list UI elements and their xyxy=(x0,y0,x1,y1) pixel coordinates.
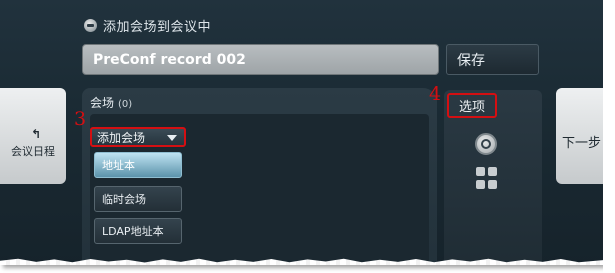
grid-cell xyxy=(476,167,485,176)
next-button-label: 下一步 xyxy=(562,136,602,151)
dialog-header: 添加会场到会议中 xyxy=(84,16,212,35)
back-to-schedule-button[interactable]: ↰ 会议日程 xyxy=(0,88,66,184)
grid-icon[interactable] xyxy=(476,167,498,189)
dialog-title: 添加会场到会议中 xyxy=(103,19,212,35)
venues-title: 会场 xyxy=(90,96,115,110)
menu-item-address-book[interactable]: 地址本 xyxy=(94,152,182,178)
step-3-annotation: 3 xyxy=(74,108,87,130)
menu-item-ldap-address-book[interactable]: LDAP地址本 xyxy=(94,218,182,244)
page-margin xyxy=(603,0,615,273)
venues-heading: 会场 (0) xyxy=(90,94,132,111)
dial-icon[interactable] xyxy=(475,133,497,155)
grid-cell xyxy=(488,179,497,189)
step-4-annotation: 4 xyxy=(429,83,442,105)
add-venue-dropdown[interactable]: 添加会场 xyxy=(90,127,186,147)
next-step-button[interactable]: 下一步 xyxy=(556,88,603,184)
save-button[interactable]: 保存 xyxy=(446,44,539,75)
tab-options[interactable]: 选项 xyxy=(447,93,497,118)
venues-count: (0) xyxy=(118,99,133,110)
conference-name-input[interactable]: PreConf record 002 xyxy=(82,44,439,75)
add-venue-label: 添加会场 xyxy=(97,130,146,145)
grid-cell xyxy=(476,179,485,189)
app-logo-icon xyxy=(84,18,97,32)
grid-cell xyxy=(488,167,497,176)
add-venue-menu: 地址本 临时会场 LDAP地址本 xyxy=(92,150,186,245)
undo-arrow-icon: ↰ xyxy=(31,127,42,141)
chevron-down-icon xyxy=(167,135,177,141)
dialog-window: 添加会场到会议中 PreConf record 002 保存 ↰ 会议日程 下一… xyxy=(0,0,603,265)
menu-item-temporary-venue[interactable]: 临时会场 xyxy=(94,186,182,212)
back-button-label: 会议日程 xyxy=(11,145,55,158)
